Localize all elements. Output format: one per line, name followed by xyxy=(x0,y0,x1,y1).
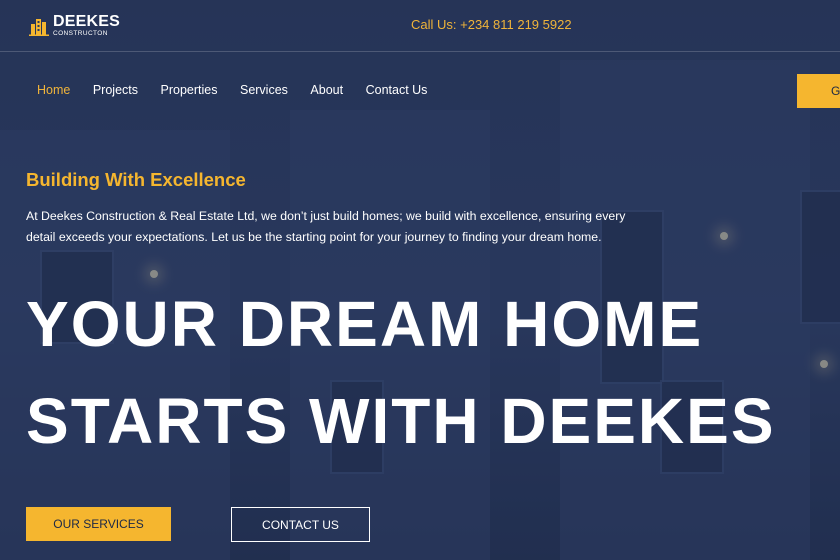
nav-item-home[interactable]: Home xyxy=(37,83,70,97)
site-logo[interactable]: DEEKES CONSTRUCTON xyxy=(29,14,120,38)
hero-intro-text: At Deekes Construction & Real Estate Ltd… xyxy=(26,209,626,244)
nav-item-about[interactable]: About xyxy=(310,83,343,97)
logo-subtitle: CONSTRUCTON xyxy=(53,30,108,37)
our-services-button[interactable]: OUR SERVICES xyxy=(26,507,171,541)
logo-title: DEEKES xyxy=(53,13,120,30)
building-logo-icon xyxy=(29,18,49,36)
nav-item-services[interactable]: Services xyxy=(240,83,288,97)
header-cta-button[interactable]: G xyxy=(797,74,840,108)
hero-headline-line-1: YOUR DREAM HOME xyxy=(26,288,704,360)
nav-item-contact-us[interactable]: Contact Us xyxy=(366,83,428,97)
contact-us-button[interactable]: CONTACT US xyxy=(231,507,370,542)
hero-headline-line-2: STARTS WITH DEEKES xyxy=(26,385,776,457)
top-bar: DEEKES CONSTRUCTON Call Us: +234 811 219… xyxy=(0,0,840,52)
call-us-link[interactable]: Call Us: +234 811 219 5922 xyxy=(411,17,572,32)
hero-headline: YOUR DREAM HOME STARTS WITH DEEKES xyxy=(26,276,776,470)
nav-item-projects[interactable]: Projects xyxy=(93,83,138,97)
hero-tagline: Building With Excellence xyxy=(26,169,246,190)
nav-item-properties[interactable]: Properties xyxy=(161,83,218,97)
main-nav: Home Projects Properties Services About … xyxy=(37,83,450,97)
